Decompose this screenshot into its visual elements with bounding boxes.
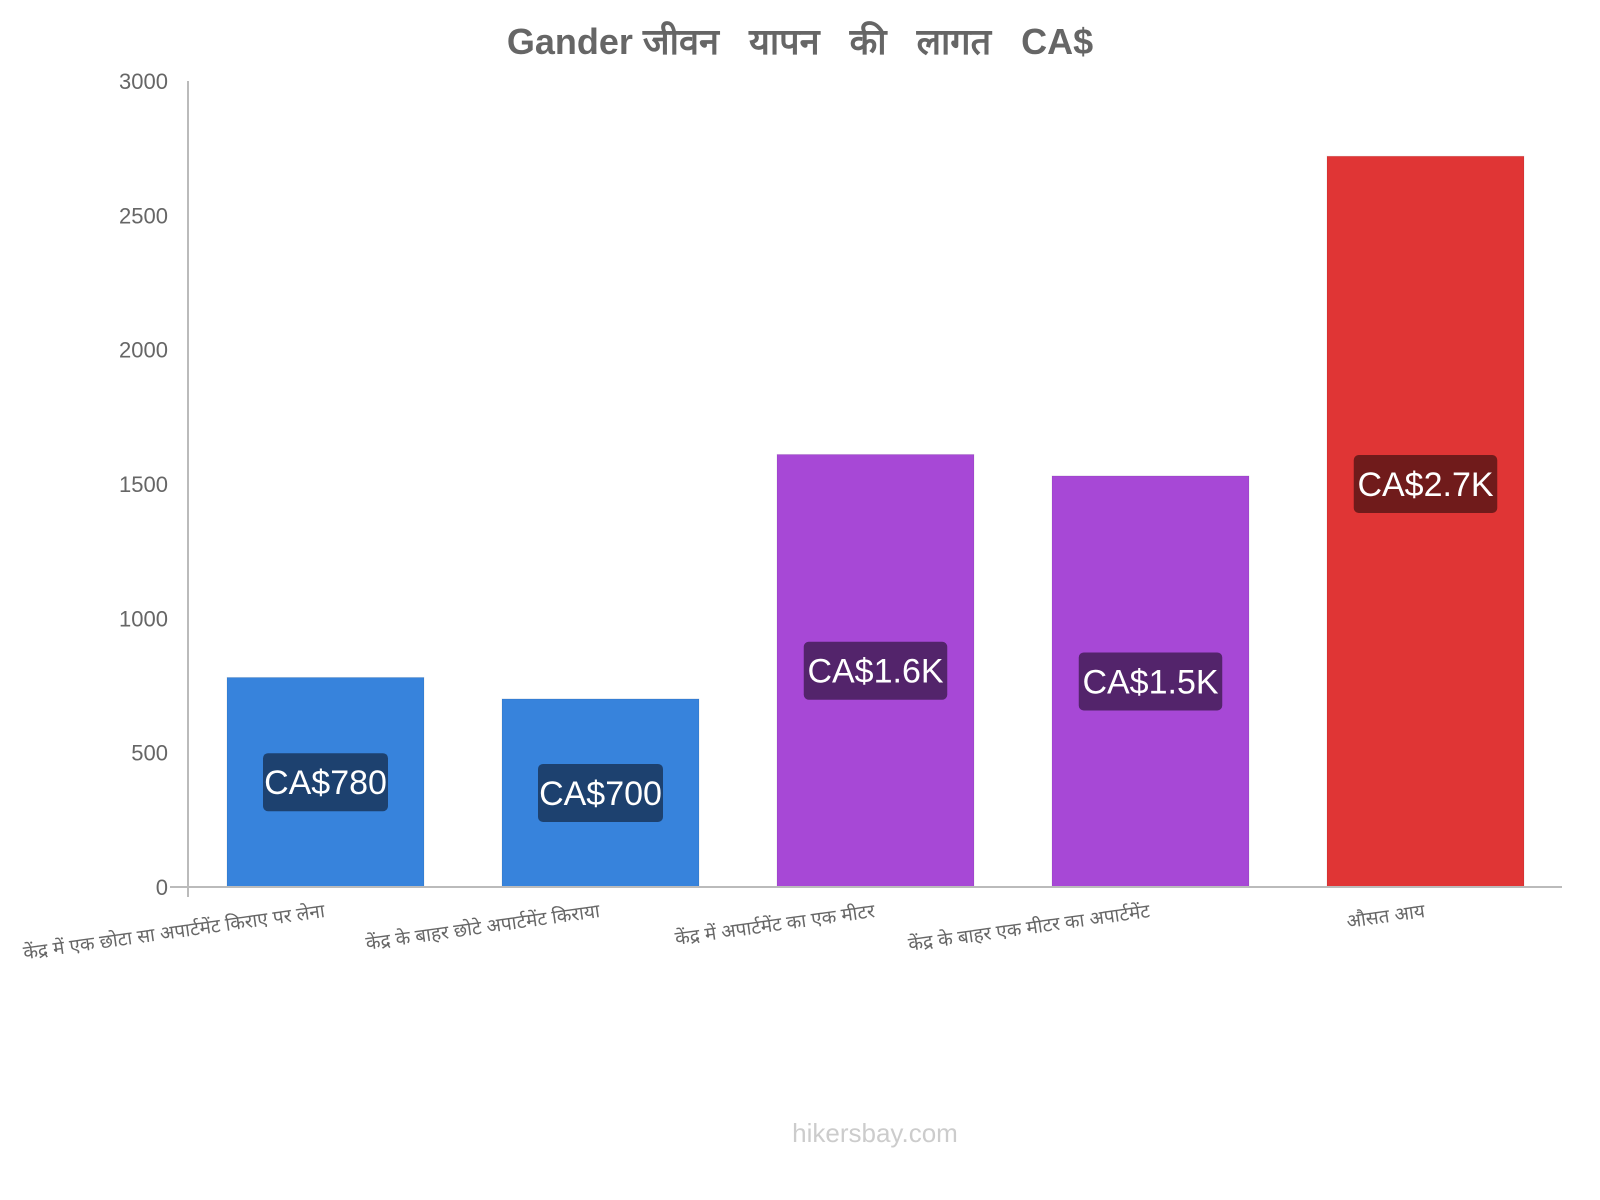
- x-tick-label: केंद्र के बाहर छोटे अपार्टमेंट किराया: [364, 899, 602, 955]
- y-tick-label: 2000: [119, 338, 168, 363]
- watermark: hikersbay.com: [792, 1118, 958, 1148]
- x-tick-label: औसत आय: [1345, 899, 1427, 933]
- chart-title: Gander जीवन यापन की लागत CA$: [507, 21, 1093, 62]
- x-tick-label: केंद्र में अपार्टमेंट का एक मीटर: [674, 899, 878, 950]
- y-tick-label: 1500: [119, 472, 168, 497]
- bars: CA$780 CA$700 CA$1.6K CA$1.5K CA$2.7K: [226, 155, 1525, 888]
- y-tick-label: 2500: [119, 203, 168, 228]
- x-tick-label: केंद्र में एक छोटा सा अपार्टमेंट किराए प…: [22, 899, 328, 964]
- y-tick-label: 0: [156, 875, 168, 900]
- data-label: CA$780: [264, 764, 387, 802]
- y-tick-label: 500: [131, 741, 168, 766]
- data-label: CA$1.6K: [807, 653, 943, 691]
- y-tick-label: 1000: [119, 606, 168, 631]
- bar-chart: Gander जीवन यापन की लागत CA$ 0 500 1000 150…: [22, 21, 1562, 1148]
- data-label: CA$700: [539, 775, 662, 813]
- x-axis: केंद्र में एक छोटा सा अपार्टमेंट किराए प…: [22, 886, 1562, 964]
- x-tick-label: केंद्र के बाहर एक मीटर का अपार्टमेंट: [907, 899, 1152, 956]
- data-label: CA$1.5K: [1082, 663, 1218, 701]
- data-label: CA$2.7K: [1357, 466, 1493, 504]
- y-axis: 0 500 1000 1500 2000 2500 3000: [119, 69, 189, 900]
- y-tick-label: 3000: [119, 69, 168, 94]
- bar: [1326, 155, 1525, 888]
